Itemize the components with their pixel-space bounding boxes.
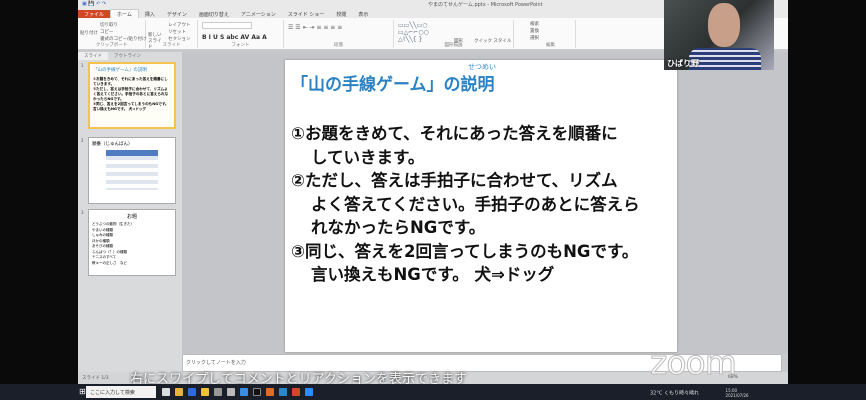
body-line: よく答えてください。手拍子のあとに答えら xyxy=(311,194,640,214)
edge-icon[interactable] xyxy=(240,388,248,396)
copy-button[interactable]: コピー xyxy=(100,29,114,35)
clipboard-group: 貼り付け 切り取り コピー 書式のコピー/貼り付け クリップボード xyxy=(78,20,147,48)
font-group: B I U S abc AV Aa A フォント xyxy=(198,20,284,48)
font-name-select[interactable] xyxy=(202,22,252,29)
reset-button[interactable]: リセット xyxy=(168,29,186,35)
font-format-buttons[interactable]: B I U S abc AV Aa A xyxy=(202,34,267,41)
terminal-icon[interactable] xyxy=(253,388,261,396)
tab-home[interactable]: ホーム xyxy=(110,9,139,18)
group-label: 編集 xyxy=(546,43,555,48)
slide-body[interactable]: ①お題をきめて、それにあった答えを順番に していきます。 ②ただし、答えは手拍子… xyxy=(291,122,640,287)
powerpoint-icon[interactable] xyxy=(292,388,300,396)
tab-slides[interactable]: スライド xyxy=(78,52,108,60)
body-line: ③同じ、答えを2回言ってしまうのもNGです。 xyxy=(291,241,639,261)
thumb-number: 1 xyxy=(81,63,84,68)
layout-button[interactable]: レイアウト xyxy=(168,22,191,28)
replace-button[interactable]: 置換 xyxy=(530,28,539,34)
thumb-item: 教キーの正しさ など xyxy=(92,260,127,265)
thumb-number: 2 xyxy=(81,138,84,143)
slide-canvas[interactable]: せつめい 「山の手線ゲーム」の説明 ①お題をきめて、それにあった答えを順番に し… xyxy=(285,60,677,352)
paragraph-group: ☰ ☰ ⇤ ⇥ ≡ ≡ ≡ ≡ 段落 xyxy=(284,20,394,48)
thumb-line: ①お題をきめて、それにあった答えを順番にしていきます。 xyxy=(93,77,168,86)
cut-button[interactable]: 切り取り xyxy=(100,22,118,28)
thumb-table xyxy=(106,150,158,190)
tab-outline[interactable]: アウトライン xyxy=(108,52,147,60)
body-line: ①お題をきめて、それにあった答えを順番に xyxy=(291,124,618,143)
slide-editing-area: せつめい 「山の手線ゲーム」の説明 ①お題をきめて、それにあった答えを順番に し… xyxy=(182,52,788,354)
slide-thumbnail-2[interactable]: 順番（じゅんばん） xyxy=(88,137,176,204)
slide-thumbnail-3[interactable]: お題 どうぶつの動物（生きた） やまいの種類 しゅみの種類 ほかの種類 あそびの… xyxy=(88,209,176,276)
drawing-group: ▭▭╲╲▭○ ▭△⌐⌐○○ △⌇╲╲{ } 図形 クイック スタイル 図形描画 xyxy=(394,20,514,48)
thumb-number: 3 xyxy=(81,210,84,215)
slide-thumbnail-1[interactable]: 「山の手線ゲーム」の説明 ①お題をきめて、それにあった答えを順番にしていきます。… xyxy=(88,62,176,129)
zoom-watermark: zoom xyxy=(650,343,738,383)
app-icon[interactable] xyxy=(227,388,235,396)
task-view-icon[interactable] xyxy=(162,388,170,396)
clock-date: 2021/07/26 xyxy=(725,393,749,398)
slides-group: 新しいスライド レイアウト リセット セクション スライド xyxy=(146,20,198,50)
participant-video[interactable]: ひばり野 xyxy=(664,0,774,70)
slide-counter: スライド 1/3 xyxy=(82,376,109,381)
firefox-icon[interactable] xyxy=(266,388,274,396)
paste-button[interactable]: 貼り付け xyxy=(80,30,98,36)
body-line: 言い換えもNGです。 犬⇒ドッグ xyxy=(311,265,555,284)
thumb-line: ②ただし、答えは手拍子に合わせて、リズムよく答えてください。手拍子のあとに答えら… xyxy=(93,87,169,101)
thumb-title: お題 xyxy=(126,214,137,220)
window-title: やまのてせんゲーム.pptx - Microsoft PowerPoint xyxy=(428,2,543,8)
windows-start-icon[interactable]: ⊞ xyxy=(79,387,86,396)
thumb-title: 「山の手線ゲーム」の説明 xyxy=(93,68,147,73)
group-label: 段落 xyxy=(334,43,343,48)
slide-thumbnails: 1 「山の手線ゲーム」の説明 ①お題をきめて、それにあった答えを順番にしていきま… xyxy=(78,60,182,372)
taskbar-search[interactable]: ここに入力して検索 xyxy=(86,386,156,398)
thumb-title: 順番（じゅんばん） xyxy=(92,142,133,147)
editing-group: 検索 置換 選択 編集 xyxy=(526,20,576,48)
zoom-icon[interactable] xyxy=(305,388,313,396)
body-line: していきます。 xyxy=(311,147,425,167)
app-icon[interactable] xyxy=(201,388,209,396)
participant-face xyxy=(708,3,740,47)
group-label: 図形描画 xyxy=(444,43,463,48)
shapes-gallery[interactable]: ▭▭╲╲▭○ ▭△⌐⌐○○ △⌇╲╲{ } xyxy=(398,22,429,43)
slide-title[interactable]: 「山の手線ゲーム」の説明 xyxy=(291,70,495,95)
body-line: ②ただし、答えは手拍子に合わせて、リズム xyxy=(291,171,618,190)
paragraph-buttons[interactable]: ☰ ☰ ⇤ ⇥ ≡ ≡ ≡ ≡ xyxy=(288,24,342,31)
group-label: クリップボード xyxy=(95,43,128,48)
select-button[interactable]: 選択 xyxy=(530,35,539,41)
group-label: スライド xyxy=(162,43,181,48)
edge-icon[interactable] xyxy=(279,388,287,396)
participant-shirt xyxy=(689,48,761,70)
system-tray[interactable]: 32°C くもり時々晴れ 15:00 2021/07/26 xyxy=(650,388,749,398)
participant-name: ひばり野 xyxy=(667,59,699,68)
weather: 32°C くもり時々晴れ xyxy=(650,390,699,397)
quick-access-toolbar[interactable]: ▣ 💾 ↶ ↷ xyxy=(82,1,106,7)
find-button[interactable]: 検索 xyxy=(530,21,539,27)
group-label: フォント xyxy=(231,43,250,48)
body-line: れなかったらNGです。 xyxy=(311,218,486,237)
app-icon[interactable] xyxy=(214,388,222,396)
explorer-icon[interactable] xyxy=(175,388,183,396)
thumb-line: ③同じ、答えを2回言ってしまうのもNGです。言い換えもNGです。 犬⇒ドッグ xyxy=(93,102,169,111)
app-icon[interactable] xyxy=(188,388,196,396)
pane-tabs: スライド アウトライン xyxy=(78,52,182,60)
